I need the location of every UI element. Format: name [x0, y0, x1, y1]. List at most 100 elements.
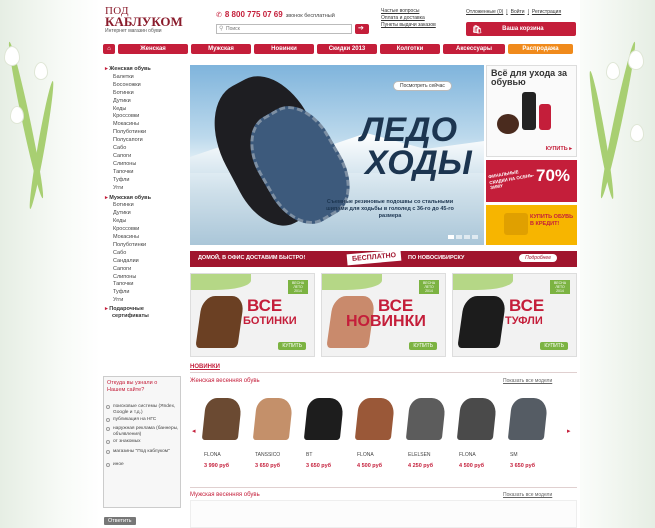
- nav-new[interactable]: Новинки: [254, 44, 314, 54]
- poll-option[interactable]: от знакомых: [106, 439, 180, 445]
- sidebar-women-item[interactable]: Босоножки: [105, 82, 185, 90]
- radio-button[interactable]: [106, 427, 110, 431]
- poll-option[interactable]: поисковые системы (Яndex, Google и т.д.): [106, 404, 180, 415]
- carousel-next-icon[interactable]: ▸: [567, 427, 571, 435]
- sidebar-men-item[interactable]: Мокасины: [105, 234, 185, 242]
- women-show-all[interactable]: Показать все модели: [503, 378, 552, 384]
- radio-button[interactable]: [106, 463, 110, 467]
- product-price: 4 500 руб: [459, 463, 485, 469]
- carousel-prev-icon[interactable]: ◂: [192, 427, 196, 435]
- delivery-banner[interactable]: ДОМОЙ, В ОФИС ДОСТАВИМ БЫСТРО! БЕСПЛАТНО…: [190, 249, 577, 267]
- sidebar-women-item[interactable]: Угги: [105, 185, 185, 193]
- sidebar-men-item[interactable]: Слипоны: [105, 274, 185, 282]
- user-links: Отложенные (0) | Войти | Регистрация: [466, 9, 562, 16]
- sidebar-women-title[interactable]: ▸ Женская обувь: [105, 66, 185, 74]
- radio-button[interactable]: [106, 418, 110, 422]
- sidebar-gift-cards[interactable]: ▸ Подарочные сертификаты: [105, 306, 185, 320]
- radio-button[interactable]: [106, 440, 110, 444]
- sidebar-women-item[interactable]: Кроссовки: [105, 113, 185, 121]
- search-input[interactable]: [226, 25, 336, 33]
- sidebar-men-item[interactable]: Кроссовки: [105, 226, 185, 234]
- link-login[interactable]: Войти: [511, 9, 525, 16]
- sidebar-men-item[interactable]: Туфли: [105, 289, 185, 297]
- nav-tights[interactable]: Колготки: [380, 44, 440, 54]
- nav-women[interactable]: Женская: [118, 44, 188, 54]
- delivery-more-button[interactable]: Подробнее: [519, 254, 557, 262]
- sidebar-women-item[interactable]: Сапоги: [105, 153, 185, 161]
- product-card[interactable]: TANSSICO 3 650 руб: [251, 392, 299, 476]
- new-heading[interactable]: НОВИНКИ: [190, 364, 220, 370]
- hero-banner[interactable]: Посмотреть сейчас ЛЕДО ХОДЫ Съемные рези…: [190, 65, 484, 245]
- radio-button[interactable]: [106, 405, 110, 409]
- sidebar-men-item[interactable]: Дутики: [105, 210, 185, 218]
- sidebar-women-item[interactable]: Слипоны: [105, 161, 185, 169]
- poll-option[interactable]: магазины "Под каблуком": [106, 449, 180, 455]
- product-card[interactable]: FLONA 4 500 руб: [353, 392, 401, 476]
- nav-men[interactable]: Мужская: [191, 44, 251, 54]
- link-register[interactable]: Регистрация: [532, 9, 561, 16]
- search-button[interactable]: ➔: [355, 24, 369, 34]
- poll-option-label: магазины "Под каблуком": [113, 449, 170, 454]
- care-banner[interactable]: Всё для ухода за обувью КУПИТЬ ▸: [486, 65, 577, 157]
- poll-submit-button[interactable]: Ответить: [104, 517, 136, 525]
- link-pickup-points[interactable]: Пункты выдачи заказов: [381, 22, 436, 29]
- sidebar-men-item[interactable]: Тапочки: [105, 281, 185, 289]
- sidebar-women-item[interactable]: Кеды: [105, 106, 185, 114]
- phone-number[interactable]: 8 800 775 07 69: [225, 10, 283, 19]
- hero-slider-dots[interactable]: [448, 235, 478, 239]
- poll-option[interactable]: наружная реклама (баннеры, объявления): [106, 426, 180, 437]
- product-card[interactable]: FLONA 4 500 руб: [455, 392, 503, 476]
- sidebar-women-item[interactable]: Тапочки: [105, 169, 185, 177]
- poll-option[interactable]: публикация на НГС: [106, 417, 180, 423]
- product-card[interactable]: BT 3 650 руб: [302, 392, 350, 476]
- product-card[interactable]: ELELSEN 4 250 руб: [404, 392, 452, 476]
- radio-button[interactable]: [106, 450, 110, 454]
- promo-banner[interactable]: ВЕСНА ЛЕТО 2014 ВСЕ ТУФЛИ КУПИТЬ: [452, 273, 577, 357]
- snowdrop-decoration-left: [2, 20, 72, 210]
- sidebar-women-item[interactable]: Туфли: [105, 177, 185, 185]
- sidebar-men-item[interactable]: Сабо: [105, 250, 185, 258]
- sidebar-men-item[interactable]: Ботинки: [105, 202, 185, 210]
- link-saved[interactable]: Отложенные (0): [466, 9, 503, 16]
- promo-buy-button[interactable]: КУПИТЬ: [278, 342, 306, 350]
- sidebar-women-item[interactable]: Балетки: [105, 74, 185, 82]
- nav-accessories[interactable]: Аксессуары: [443, 44, 505, 54]
- sidebar-men-item[interactable]: Полуботинки: [105, 242, 185, 250]
- sidebar-men-item[interactable]: Угги: [105, 297, 185, 305]
- promo-title-line1: ВСЕ: [247, 296, 283, 315]
- logo[interactable]: ПОД КАБЛУКОМ Интернет магазин обуви: [105, 6, 183, 35]
- care-banner-cta[interactable]: КУПИТЬ ▸: [546, 146, 572, 152]
- promo-banner[interactable]: ВЕСНА ЛЕТО 2014 ВСЕ БОТИНКИ КУПИТЬ: [190, 273, 315, 357]
- promo-title-line2: НОВИНКИ: [346, 313, 426, 330]
- nav-discounts[interactable]: Скидки 2013: [317, 44, 377, 54]
- sidebar-men-item[interactable]: Сапоги: [105, 266, 185, 274]
- promo-buy-button[interactable]: КУПИТЬ: [409, 342, 437, 350]
- promo-buy-button[interactable]: КУПИТЬ: [540, 342, 568, 350]
- sidebar-men-item[interactable]: Кеды: [105, 218, 185, 226]
- sidebar-women-item[interactable]: Ботинки: [105, 90, 185, 98]
- sidebar-women-item[interactable]: Полуботинки: [105, 129, 185, 137]
- hero-cta-button[interactable]: Посмотреть сейчас: [393, 81, 452, 91]
- women-section-title[interactable]: Женская весенняя обувь: [190, 378, 260, 384]
- home-icon[interactable]: ⌂: [103, 44, 115, 54]
- sidebar-women-item[interactable]: Дутики: [105, 98, 185, 106]
- product-card[interactable]: SM 3 650 руб: [506, 392, 554, 476]
- sidebar-men-item[interactable]: Сандалии: [105, 258, 185, 266]
- poll-option[interactable]: иное: [106, 462, 180, 468]
- men-section-title[interactable]: Мужская весенняя обувь: [190, 492, 260, 498]
- promo-banner[interactable]: ВЕСНА ЛЕТО 2014 ВСЕ НОВИНКИ КУПИТЬ: [321, 273, 446, 357]
- sale-banner[interactable]: ФИНАЛЬНЫЕ СКИДКИ НА ОСЕНЬ-ЗИМУ 70%: [486, 160, 577, 202]
- link-payment-delivery[interactable]: Оплата и доставка: [381, 15, 436, 22]
- men-show-all[interactable]: Показать все модели: [503, 492, 552, 498]
- sidebar-men-title[interactable]: ▸ Мужская обувь: [105, 195, 185, 203]
- sidebar-women-item[interactable]: Мокасины: [105, 121, 185, 129]
- sidebar-women-item[interactable]: Полусапоги: [105, 137, 185, 145]
- nav-sale[interactable]: Распродажа: [508, 44, 573, 54]
- link-faq[interactable]: Частые вопросы: [381, 8, 436, 15]
- credit-banner[interactable]: КУПИТЬ ОБУВЬ В КРЕДИТ!: [486, 205, 577, 245]
- divider: [190, 372, 577, 373]
- sidebar-women-item[interactable]: Сабо: [105, 145, 185, 153]
- product-card[interactable]: FLONA 3 990 руб: [200, 392, 248, 476]
- search-box[interactable]: ⚲: [216, 24, 352, 34]
- cart-button[interactable]: 🛍 Ваша корзина: [466, 22, 576, 36]
